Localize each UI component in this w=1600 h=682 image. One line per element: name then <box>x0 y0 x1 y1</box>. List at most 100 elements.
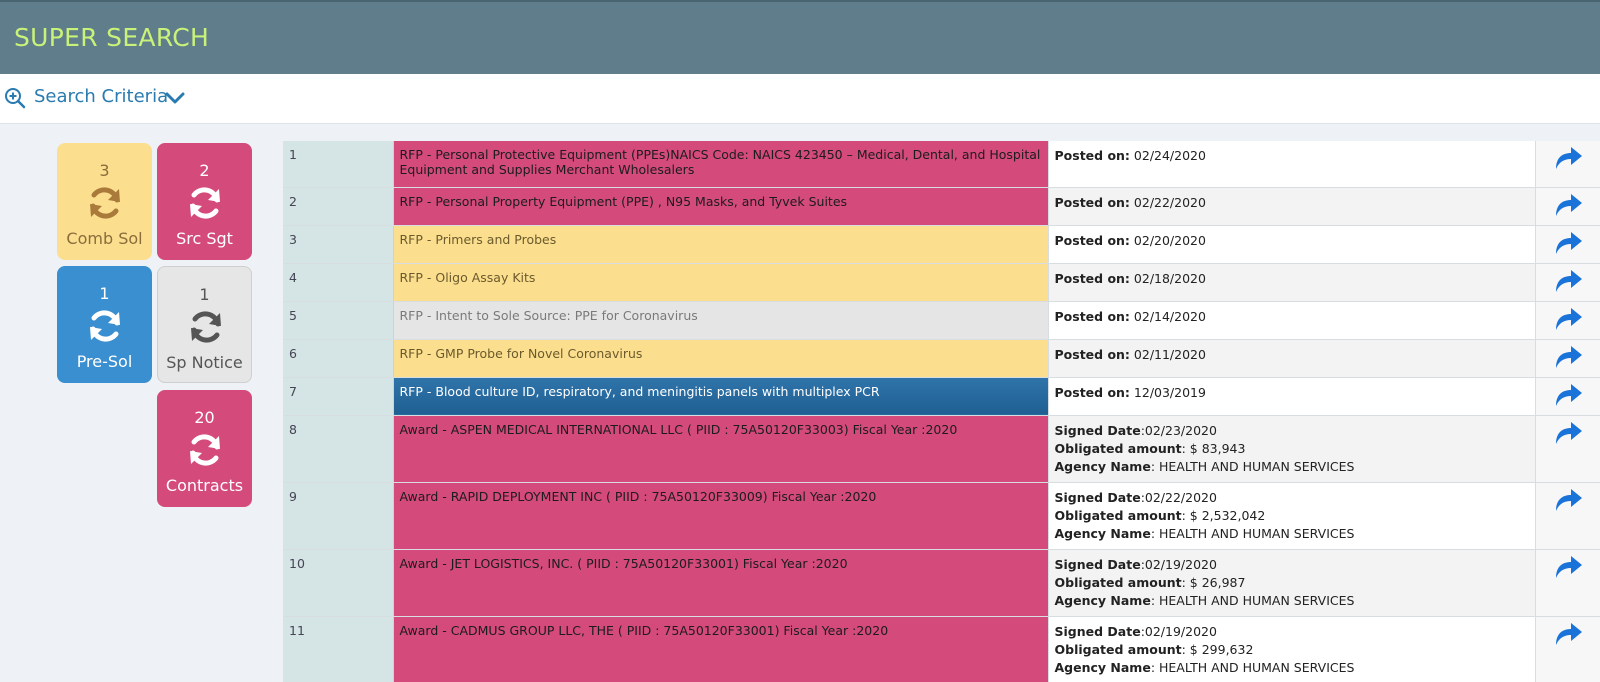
info-value: 02/11/2020 <box>1129 346 1206 362</box>
tile-label: Src Sgt <box>176 229 233 248</box>
info-value: :02/19/2020 <box>1140 623 1217 639</box>
row-action[interactable] <box>1534 482 1600 550</box>
row-title[interactable]: RFP - Personal Property Equipment (PPE) … <box>393 187 1048 226</box>
row-action[interactable] <box>1534 377 1600 416</box>
info-line: Posted on: 02/22/2020 <box>1055 194 1529 212</box>
tile-label: Comb Sol <box>66 229 143 248</box>
row-action[interactable] <box>1534 301 1600 340</box>
share-arrow-icon[interactable] <box>1552 145 1584 171</box>
table-row[interactable]: 9 Award - RAPID DEPLOYMENT INC ( PIID : 7… <box>283 482 1600 550</box>
row-title[interactable]: RFP - Personal Protective Equipment (PPE… <box>393 141 1048 188</box>
share-arrow-icon[interactable] <box>1552 420 1584 446</box>
share-arrow-icon[interactable] <box>1552 487 1584 513</box>
info-value: : HEALTH AND HUMAN SERVICES <box>1150 659 1355 675</box>
info-value: : $ 83,943 <box>1181 440 1246 456</box>
row-action[interactable] <box>1534 616 1600 682</box>
row-title[interactable]: RFP - Primers and Probes <box>393 225 1048 264</box>
tile-count: 1 <box>199 285 210 304</box>
tile-count: 20 <box>194 408 215 427</box>
info-line: Agency Name: HEALTH AND HUMAN SERVICES <box>1055 525 1529 543</box>
table-row[interactable]: 8 Award - ASPEN MEDICAL INTERNATIONAL LLC… <box>283 415 1600 483</box>
info-value: 02/18/2020 <box>1129 270 1206 286</box>
share-arrow-icon[interactable] <box>1552 621 1584 647</box>
row-action[interactable] <box>1534 225 1600 264</box>
zoom-in-icon[interactable] <box>4 87 26 109</box>
info-line: Posted on: 02/20/2020 <box>1055 232 1529 250</box>
info-label: Agency Name <box>1054 525 1151 541</box>
search-criteria-toggle[interactable]: Search Criteria <box>34 86 168 107</box>
refresh-icon <box>85 183 125 223</box>
row-title[interactable]: Award - RAPID DEPLOYMENT INC ( PIID : 75… <box>393 482 1048 550</box>
info-label: Posted on: <box>1054 232 1130 248</box>
tile-count: 3 <box>99 161 110 180</box>
tile-src-sgt[interactable]: 2 Src Sgt <box>157 143 252 260</box>
info-line: Posted on: 02/14/2020 <box>1055 308 1529 326</box>
table-row[interactable]: 6 RFP - GMP Probe for Novel Coronavirus Po… <box>283 339 1600 378</box>
info-line: Signed Date:02/19/2020 <box>1055 623 1529 641</box>
row-action[interactable] <box>1534 549 1600 617</box>
tile-contracts[interactable]: 20 Contracts <box>157 390 252 507</box>
row-number: 7 <box>283 377 394 416</box>
info-line: Obligated amount: $ 83,943 <box>1055 440 1529 458</box>
table-row[interactable]: 4 RFP - Oligo Assay Kits Posted on: 02/18/… <box>283 263 1600 302</box>
share-arrow-icon[interactable] <box>1552 344 1584 370</box>
chevron-down-icon[interactable] <box>165 91 185 105</box>
tile-pre-sol[interactable]: 1 Pre-Sol <box>57 266 152 383</box>
info-value: : $ 26,987 <box>1181 574 1246 590</box>
refresh-icon <box>185 183 225 223</box>
row-number: 3 <box>283 225 394 264</box>
row-action[interactable] <box>1534 263 1600 302</box>
row-action[interactable] <box>1534 339 1600 378</box>
info-value: : HEALTH AND HUMAN SERVICES <box>1150 525 1355 541</box>
info-line: Posted on: 02/24/2020 <box>1055 147 1529 165</box>
info-label: Posted on: <box>1054 194 1130 210</box>
row-details: Posted on: 02/24/2020 <box>1047 141 1535 188</box>
table-row[interactable]: 10 Award - JET LOGISTICS, INC. ( PIID : 7… <box>283 549 1600 617</box>
info-line: Signed Date:02/22/2020 <box>1055 489 1529 507</box>
row-details: Posted on: 02/20/2020 <box>1047 225 1535 264</box>
results-table: 1 RFP - Personal Protective Equipment (PP… <box>283 141 1600 682</box>
row-number: 5 <box>283 301 394 340</box>
table-row[interactable]: 1 RFP - Personal Protective Equipment (PP… <box>283 141 1600 188</box>
row-details: Signed Date:02/19/2020 Obligated amount: … <box>1047 549 1535 617</box>
share-arrow-icon[interactable] <box>1552 382 1584 408</box>
info-label: Agency Name <box>1054 592 1151 608</box>
info-value: : $ 299,632 <box>1181 641 1254 657</box>
tile-comb-sol[interactable]: 3 Comb Sol <box>57 143 152 260</box>
tile-sp-notice[interactable]: 1 Sp Notice <box>157 266 252 383</box>
row-number: 11 <box>283 616 394 682</box>
row-action[interactable] <box>1534 415 1600 483</box>
info-value: 02/14/2020 <box>1129 308 1206 324</box>
table-row[interactable]: 3 RFP - Primers and Probes Posted on: 02/2… <box>283 225 1600 264</box>
row-title[interactable]: RFP - Blood culture ID, respiratory, and… <box>393 377 1048 416</box>
row-title[interactable]: Award - ASPEN MEDICAL INTERNATIONAL LLC … <box>393 415 1048 483</box>
share-arrow-icon[interactable] <box>1552 268 1584 294</box>
row-number: 10 <box>283 549 394 617</box>
tile-count: 2 <box>199 161 210 180</box>
row-action[interactable] <box>1534 141 1600 188</box>
info-line: Posted on: 02/18/2020 <box>1055 270 1529 288</box>
table-row[interactable]: 5 RFP - Intent to Sole Source: PPE for Co… <box>283 301 1600 340</box>
row-title[interactable]: RFP - Intent to Sole Source: PPE for Cor… <box>393 301 1048 340</box>
tile-label: Pre-Sol <box>76 352 133 371</box>
row-details: Posted on: 02/11/2020 <box>1047 339 1535 378</box>
share-arrow-icon[interactable] <box>1552 230 1584 256</box>
share-arrow-icon[interactable] <box>1552 192 1584 218</box>
row-title[interactable]: Award - CADMUS GROUP LLC, THE ( PIID : 7… <box>393 616 1048 682</box>
share-arrow-icon[interactable] <box>1552 554 1584 580</box>
info-line: Posted on: 12/03/2019 <box>1055 384 1529 402</box>
row-title[interactable]: RFP - Oligo Assay Kits <box>393 263 1048 302</box>
info-value: : HEALTH AND HUMAN SERVICES <box>1150 592 1355 608</box>
table-row[interactable]: 7 RFP - Blood culture ID, respiratory, an… <box>283 377 1600 416</box>
refresh-icon <box>185 430 225 470</box>
info-line: Agency Name: HEALTH AND HUMAN SERVICES <box>1055 659 1529 677</box>
table-row[interactable]: 11 Award - CADMUS GROUP LLC, THE ( PIID :… <box>283 616 1600 682</box>
share-arrow-icon[interactable] <box>1552 306 1584 332</box>
row-title[interactable]: RFP - GMP Probe for Novel Coronavirus <box>393 339 1048 378</box>
row-title[interactable]: Award - JET LOGISTICS, INC. ( PIID : 75A… <box>393 549 1048 617</box>
info-label: Posted on: <box>1054 270 1130 286</box>
search-criteria-bar[interactable]: Search Criteria <box>0 74 1600 124</box>
row-details: Posted on: 02/18/2020 <box>1047 263 1535 302</box>
table-row[interactable]: 2 RFP - Personal Property Equipment (PPE)… <box>283 187 1600 226</box>
row-action[interactable] <box>1534 187 1600 226</box>
